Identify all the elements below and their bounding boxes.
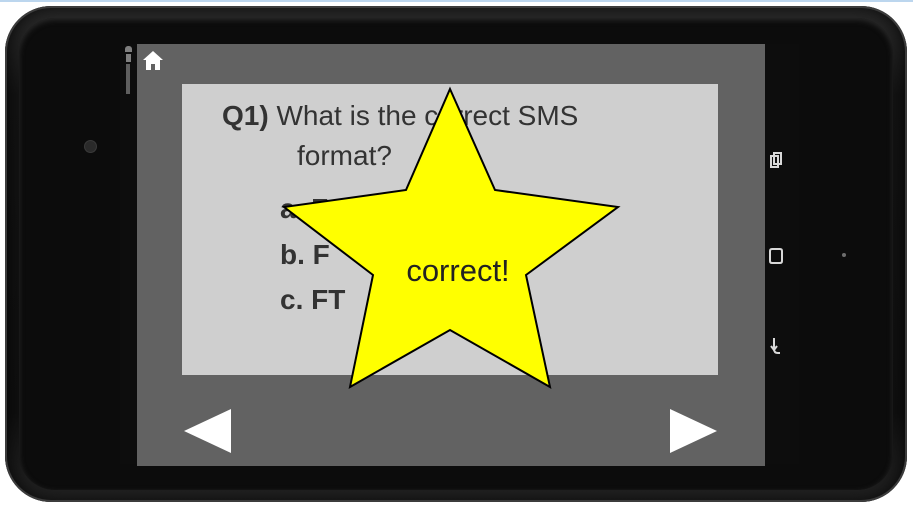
window-top-border <box>0 0 913 2</box>
recents-icon[interactable] <box>770 152 782 174</box>
status-bar <box>120 44 137 464</box>
battery-icon <box>125 54 131 62</box>
home-key-icon[interactable] <box>769 247 783 269</box>
wifi-icon <box>124 46 132 52</box>
status-time <box>126 64 130 94</box>
star-icon <box>281 86 621 389</box>
status-icons <box>123 46 133 102</box>
feedback-text: correct! <box>406 253 510 288</box>
back-icon[interactable] <box>770 337 782 361</box>
front-camera <box>85 141 96 152</box>
question-number: Q1) <box>222 100 269 131</box>
right-arrow-icon[interactable] <box>669 408 719 454</box>
home-icon[interactable] <box>142 50 164 72</box>
system-nav-bar <box>765 44 799 464</box>
proximity-sensor <box>842 253 846 257</box>
left-arrow-icon[interactable] <box>183 408 233 454</box>
